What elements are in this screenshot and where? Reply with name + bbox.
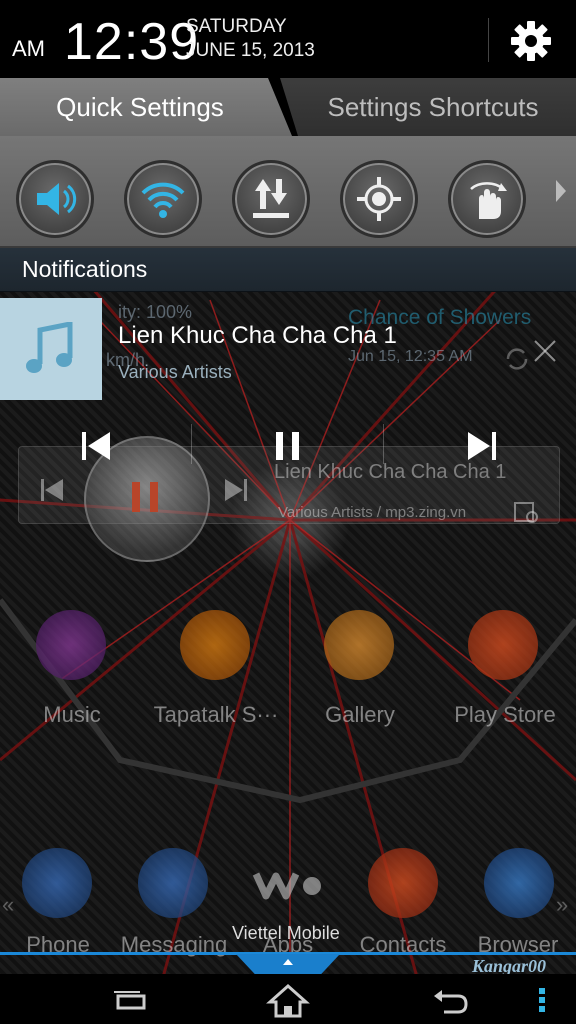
- auto-rotate-icon: [470, 182, 507, 219]
- sound-toggle[interactable]: [16, 160, 94, 238]
- wifi-toggle[interactable]: [124, 160, 202, 238]
- auto-rotate-toggle[interactable]: [448, 160, 526, 238]
- gps-icon: [357, 177, 401, 221]
- clock-ampm: AM: [12, 36, 45, 61]
- apps-drawer-icon[interactable]: [252, 866, 324, 902]
- pause-icon[interactable]: [268, 426, 308, 466]
- app-label-gallery: Gallery: [325, 702, 395, 727]
- notification-artist[interactable]: Various Artists: [118, 362, 232, 383]
- settings-tabs: Quick Settings Settings Shortcuts: [0, 78, 576, 136]
- menu-icon[interactable]: [532, 982, 552, 1018]
- gallery-app-icon[interactable]: [324, 610, 394, 680]
- clock-day: SATURDAY: [186, 16, 287, 37]
- tab-quick-settings[interactable]: Quick Settings: [0, 78, 292, 136]
- control-divider: [191, 424, 192, 464]
- tab-settings-shortcuts[interactable]: Settings Shortcuts: [280, 78, 576, 136]
- music-app-icon[interactable]: [36, 610, 106, 680]
- weather-time: Jun 15, 12:35 AM: [348, 348, 473, 365]
- sound-icon: [37, 183, 77, 215]
- wifi-icon: [141, 182, 185, 218]
- app-label-play-store: Play Store: [454, 702, 556, 727]
- home-icon[interactable]: [266, 982, 310, 1018]
- status-bar: AM 12:39 SATURDAY JUNE 15, 2013: [0, 0, 576, 80]
- navigation-bar: [0, 974, 576, 1024]
- messaging-app-icon[interactable]: [138, 848, 208, 918]
- back-icon[interactable]: [428, 982, 472, 1018]
- control-divider: [383, 424, 384, 464]
- music-note-icon: [26, 322, 73, 373]
- dock-left-arrow-icon: «: [2, 892, 15, 917]
- carrier-label: Viettel Mobile: [232, 923, 340, 943]
- gps-toggle[interactable]: [340, 160, 418, 238]
- recent-apps-icon[interactable]: [108, 982, 152, 1018]
- clock-date: JUNE 15, 2013: [186, 40, 315, 61]
- widget-pause-icon: [132, 482, 158, 512]
- music-notification-art[interactable]: [0, 298, 102, 400]
- data-transfer-icon: [253, 179, 289, 218]
- quick-settings-panel: [0, 136, 576, 248]
- tapatalk-app-icon[interactable]: [180, 610, 250, 680]
- widget-settings-icon[interactable]: [513, 501, 541, 525]
- dock-right-arrow-icon: »: [556, 892, 569, 917]
- contacts-app-icon[interactable]: [368, 848, 438, 918]
- app-label-music: Music: [43, 702, 101, 727]
- phone-app-icon[interactable]: [22, 848, 92, 918]
- next-track-icon[interactable]: [462, 426, 502, 466]
- clock-time: 12:39: [64, 13, 200, 71]
- status-divider: [488, 18, 489, 62]
- notification-song-title[interactable]: Lien Khuc Cha Cha Cha 1: [118, 322, 397, 350]
- settings-gear-icon[interactable]: [508, 18, 554, 64]
- notification-controls: [0, 404, 576, 484]
- widget-song-subtitle: Various Artists / mp3.zing.vn: [278, 504, 467, 521]
- weather-humidity: ity: 100%: [118, 302, 193, 322]
- data-transfer-toggle[interactable]: [232, 160, 310, 238]
- close-icon[interactable]: [532, 338, 558, 364]
- chevron-up-icon: [283, 959, 293, 965]
- play-store-app-icon[interactable]: [468, 610, 538, 680]
- browser-app-icon[interactable]: [484, 848, 554, 918]
- chevron-right-icon[interactable]: [552, 176, 568, 206]
- refresh-icon: [506, 348, 528, 370]
- previous-track-icon[interactable]: [78, 426, 118, 466]
- notifications-header: Notifications: [0, 248, 576, 292]
- app-label-tapatalk: Tapatalk S···: [153, 702, 279, 727]
